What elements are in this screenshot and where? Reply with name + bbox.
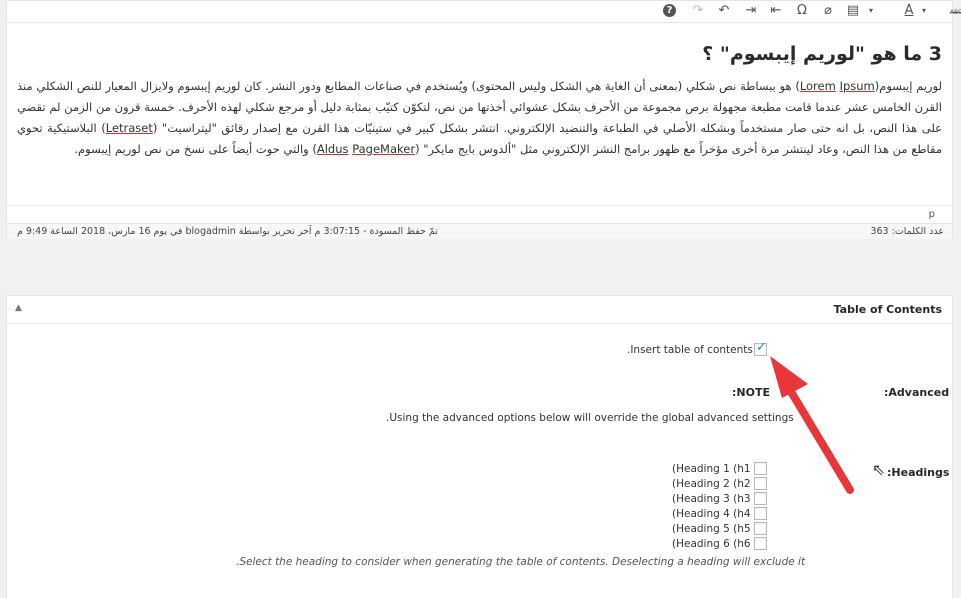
heading-2-label: (Heading 2 (h2 bbox=[672, 478, 751, 490]
headings-description: .Select the heading to consider when gen… bbox=[236, 556, 806, 568]
outdent-icon[interactable]: ⇤ bbox=[767, 2, 785, 20]
heading-2-checkbox[interactable] bbox=[754, 477, 767, 490]
heading-4-checkbox[interactable] bbox=[754, 507, 767, 520]
letraset-text: Letraset bbox=[105, 121, 153, 135]
heading-1-label: (Heading 1 (h1 bbox=[672, 463, 751, 475]
paste-text-icon[interactable]: ▤ bbox=[844, 2, 862, 20]
headings-label: :Headings bbox=[887, 466, 950, 479]
paste-dropdown-icon[interactable]: ▾ bbox=[862, 2, 880, 20]
heading-1-checkbox[interactable] bbox=[754, 462, 767, 475]
editor-status-bar: عدد الكلمات: 363 تمّ حفظ المسودة - 3:07:… bbox=[7, 223, 952, 239]
note-text: .Using the advanced options below will o… bbox=[386, 412, 794, 424]
heading-3-checkbox[interactable] bbox=[754, 492, 767, 505]
heading-6-checkbox[interactable] bbox=[754, 537, 767, 550]
clear-format-icon[interactable]: ⌀ bbox=[819, 2, 837, 20]
pagemaker-text: PageMaker bbox=[352, 142, 416, 156]
heading-6-label: (Heading 6 (h6 bbox=[672, 538, 751, 550]
last-modified: تمّ حفظ المسودة - 3:07:15 م آخر تحرير بو… bbox=[17, 226, 438, 237]
post-heading: 3 ما هو "لوريم إيبسوم" ؟ bbox=[702, 43, 942, 65]
toc-title: Table of Contents bbox=[833, 303, 942, 316]
toc-metabox: Table of Contents ▲ bbox=[6, 295, 953, 598]
help-icon[interactable]: ? bbox=[663, 4, 676, 17]
ipsum-link: Ipsum bbox=[839, 79, 875, 93]
insert-toc-label: .Insert table of contents bbox=[627, 344, 753, 356]
note-label: :NOTE bbox=[732, 386, 770, 399]
heading-4-label: (Heading 4 (h4 bbox=[672, 508, 751, 520]
toc-metabox-header[interactable]: Table of Contents ▲ bbox=[7, 296, 952, 324]
post-paragraph: لوريم إيبسوم(Lorem Ipsum) هو ببساطة نص ش… bbox=[17, 79, 943, 156]
editor-toolbar: ABC A ▾ ▾ ▤ ⌀ Ω ⇤ ⇥ ↶ ↷ ? bbox=[7, 1, 961, 23]
heading-5-checkbox[interactable] bbox=[754, 522, 767, 535]
indent-icon[interactable]: ⇥ bbox=[742, 2, 760, 20]
heading-3-label: (Heading 3 (h3 bbox=[672, 493, 751, 505]
lorem-link: Lorem bbox=[799, 79, 836, 93]
undo-icon[interactable]: ↶ bbox=[715, 2, 733, 20]
heading-5-label: (Heading 5 (h5 bbox=[672, 523, 751, 535]
insert-toc-checkbox[interactable] bbox=[754, 340, 767, 356]
special-char-icon[interactable]: Ω bbox=[793, 2, 811, 20]
editor-content[interactable]: 3 ما هو "لوريم إيبسوم" ؟ لوريم إيبسوم(Lo… bbox=[7, 23, 952, 205]
word-count: عدد الكلمات: 363 bbox=[870, 226, 944, 237]
redo-icon[interactable]: ↷ bbox=[689, 2, 707, 20]
advanced-label: :Advanced bbox=[884, 386, 950, 399]
element-path[interactable]: p bbox=[7, 205, 952, 223]
text-color-dropdown-icon[interactable]: ▾ bbox=[915, 2, 933, 20]
aldus-text: Aldus bbox=[316, 142, 349, 156]
post-editor: ABC A ▾ ▾ ▤ ⌀ Ω ⇤ ⇥ ↶ ↷ ? 3 ما هو "لوريم… bbox=[6, 0, 961, 239]
strikethrough-icon[interactable]: ABC bbox=[947, 2, 961, 20]
collapse-toggle-icon[interactable]: ▲ bbox=[15, 303, 22, 313]
mouse-cursor-icon: ⇖ bbox=[872, 460, 886, 479]
